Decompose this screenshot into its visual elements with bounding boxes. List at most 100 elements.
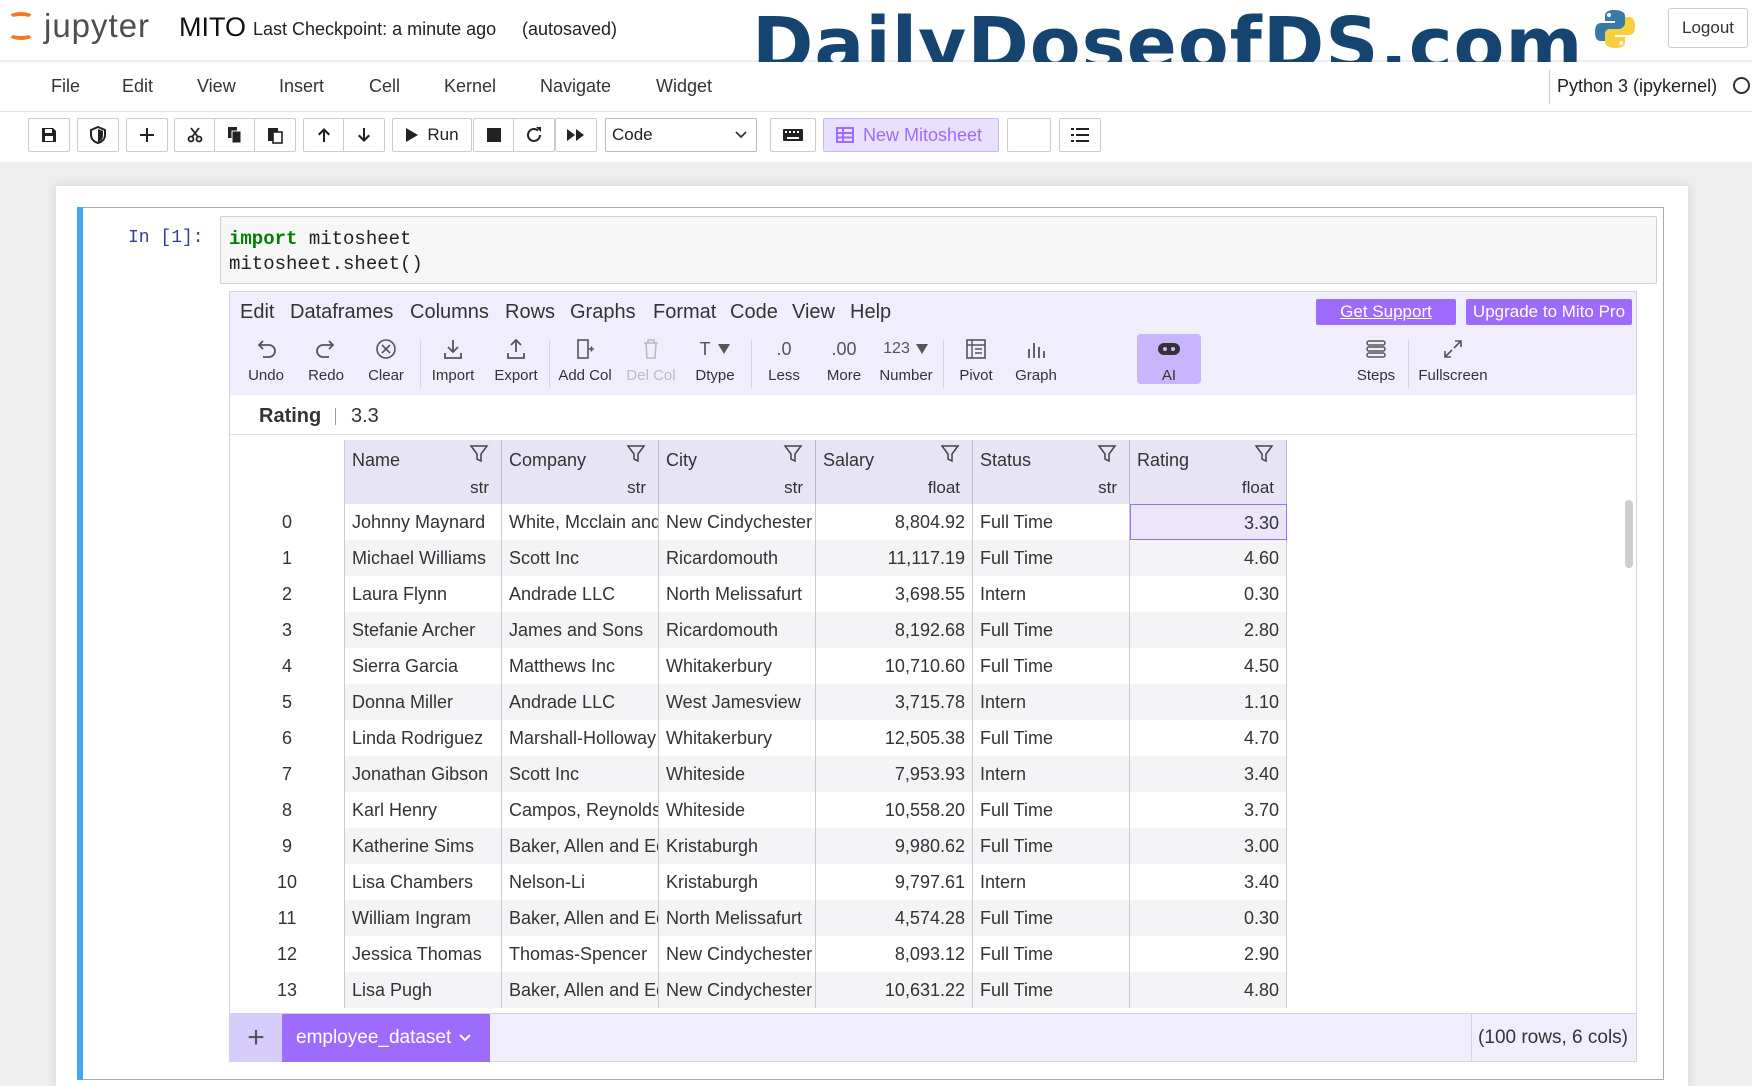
cell-rating[interactable]: 3.40 <box>1130 756 1287 792</box>
paste-button[interactable] <box>254 118 296 152</box>
mito-menu-rows[interactable]: Rows <box>505 301 555 324</box>
dtype-button[interactable]: T Dtype <box>684 332 746 395</box>
cell-name[interactable]: Lisa Pugh <box>345 972 502 1008</box>
cell-city[interactable]: Whiteside <box>659 792 816 828</box>
cell-city[interactable]: Ricardomouth <box>659 612 816 648</box>
cell-city[interactable]: New Cindychester <box>659 504 816 540</box>
cell-salary[interactable]: 10,558.20 <box>816 792 973 828</box>
cell-status[interactable]: Full Time <box>973 792 1130 828</box>
cell-name[interactable]: Laura Flynn <box>345 576 502 612</box>
cell-name[interactable]: Donna Miller <box>345 684 502 720</box>
filter-icon[interactable] <box>626 444 646 464</box>
cell-salary[interactable]: 10,710.60 <box>816 648 973 684</box>
cell-rating[interactable]: 4.60 <box>1130 540 1287 576</box>
cell-salary[interactable]: 3,715.78 <box>816 684 973 720</box>
notebook-name[interactable]: MITO <box>179 12 246 43</box>
cell-status[interactable]: Full Time <box>973 648 1130 684</box>
cell-company[interactable]: Baker, Allen and Edwa <box>502 900 659 936</box>
row-index[interactable]: 5 <box>230 684 345 720</box>
cell-rating[interactable]: 2.90 <box>1130 936 1287 972</box>
column-header-status[interactable]: Status str <box>973 440 1130 504</box>
filter-icon[interactable] <box>940 444 960 464</box>
cell-status[interactable]: Full Time <box>973 612 1130 648</box>
cell-name[interactable]: Karl Henry <box>345 792 502 828</box>
clear-button[interactable]: Clear <box>360 332 412 395</box>
cell-salary[interactable]: 4,574.28 <box>816 900 973 936</box>
row-index[interactable]: 7 <box>230 756 345 792</box>
move-down-button[interactable] <box>343 118 385 152</box>
cell-city[interactable]: Whitakerbury <box>659 648 816 684</box>
cell-name[interactable]: Stefanie Archer <box>345 612 502 648</box>
filter-icon[interactable] <box>1254 444 1274 464</box>
sheet-tab[interactable]: employee_dataset <box>282 1014 490 1062</box>
menu-edit[interactable]: Edit <box>122 76 153 97</box>
cell-company[interactable]: White, Mcclain and C <box>502 504 659 540</box>
mito-menu-code[interactable]: Code <box>730 301 778 324</box>
cell-city[interactable]: North Melissafurt <box>659 576 816 612</box>
insert-cell-button[interactable] <box>126 118 168 152</box>
menu-widgets[interactable]: Widget <box>656 76 712 97</box>
cell-name[interactable]: William Ingram <box>345 900 502 936</box>
run-button[interactable]: Run <box>392 118 472 152</box>
cell-company[interactable]: Campos, Reynolds ar <box>502 792 659 828</box>
cell-status[interactable]: Full Time <box>973 504 1130 540</box>
export-button[interactable]: Export <box>488 332 544 395</box>
cell-rating[interactable]: 3.70 <box>1130 792 1287 828</box>
undo-button[interactable]: Undo <box>240 332 292 395</box>
row-index[interactable]: 4 <box>230 648 345 684</box>
cell-status[interactable]: Intern <box>973 756 1130 792</box>
row-index[interactable]: 10 <box>230 864 345 900</box>
menu-insert[interactable]: Insert <box>279 76 324 97</box>
cell-company[interactable]: James and Sons <box>502 612 659 648</box>
cell-city[interactable]: West Jamesview <box>659 684 816 720</box>
cell-city[interactable]: New Cindychester <box>659 936 816 972</box>
filter-icon[interactable] <box>783 444 803 464</box>
pivot-button[interactable]: Pivot <box>948 332 1004 395</box>
cell-company[interactable]: Marshall-Holloway <box>502 720 659 756</box>
cell-salary[interactable]: 11,117.19 <box>816 540 973 576</box>
cell-status[interactable]: Intern <box>973 576 1130 612</box>
menu-navigate[interactable]: Navigate <box>540 76 611 97</box>
cell-rating[interactable]: 0.30 <box>1130 900 1287 936</box>
cell-company[interactable]: Scott Inc <box>502 540 659 576</box>
mito-menu-edit[interactable]: Edit <box>240 301 274 324</box>
cell-rating[interactable]: 4.50 <box>1130 648 1287 684</box>
cell-rating[interactable]: 0.30 <box>1130 576 1287 612</box>
restart-button[interactable] <box>513 118 555 152</box>
mito-menu-format[interactable]: Format <box>653 301 716 324</box>
logout-button[interactable]: Logout <box>1668 8 1748 48</box>
cell-company[interactable]: Andrade LLC <box>502 576 659 612</box>
column-header-company[interactable]: Company str <box>502 440 659 504</box>
cell-name[interactable]: Jonathan Gibson <box>345 756 502 792</box>
more-decimals-button[interactable]: .00 More <box>816 332 872 395</box>
graph-button[interactable]: Graph <box>1008 332 1064 395</box>
cell-status[interactable]: Full Time <box>973 540 1130 576</box>
trust-button[interactable] <box>77 118 119 152</box>
cell-city[interactable]: Kristaburgh <box>659 864 816 900</box>
cell-company[interactable]: Andrade LLC <box>502 684 659 720</box>
new-mitosheet-button[interactable]: New Mitosheet <box>823 118 999 152</box>
cell-status[interactable]: Full Time <box>973 972 1130 1008</box>
cell-name[interactable]: Linda Rodriguez <box>345 720 502 756</box>
cell-company[interactable]: Baker, Allen and Edwa <box>502 828 659 864</box>
menu-kernel[interactable]: Kernel <box>444 76 496 97</box>
menu-file[interactable]: File <box>51 76 80 97</box>
cell-status[interactable]: Full Time <box>973 720 1130 756</box>
cell-rating[interactable]: 1.10 <box>1130 684 1287 720</box>
code-editor[interactable]: import mitosheet mitosheet.sheet() <box>220 216 1657 284</box>
grid-scrollbar[interactable] <box>1625 500 1633 568</box>
cell-salary[interactable]: 7,953.93 <box>816 756 973 792</box>
formula-bar[interactable]: Rating 3.3 <box>230 395 1636 435</box>
cell-status[interactable]: Full Time <box>973 900 1130 936</box>
filter-icon[interactable] <box>1097 444 1117 464</box>
cell-rating[interactable]: 4.70 <box>1130 720 1287 756</box>
blank-toolbar-button[interactable] <box>1007 118 1051 152</box>
command-palette-button[interactable] <box>770 118 816 152</box>
cell-rating[interactable]: 3.40 <box>1130 864 1287 900</box>
mito-menu-help[interactable]: Help <box>850 301 891 324</box>
restart-run-all-button[interactable] <box>555 118 597 152</box>
steps-button[interactable]: Steps <box>1348 332 1404 395</box>
cell-rating[interactable]: 4.80 <box>1130 972 1287 1008</box>
cell-salary[interactable]: 12,505.38 <box>816 720 973 756</box>
formula-bar-value[interactable]: 3.3 <box>351 405 379 428</box>
